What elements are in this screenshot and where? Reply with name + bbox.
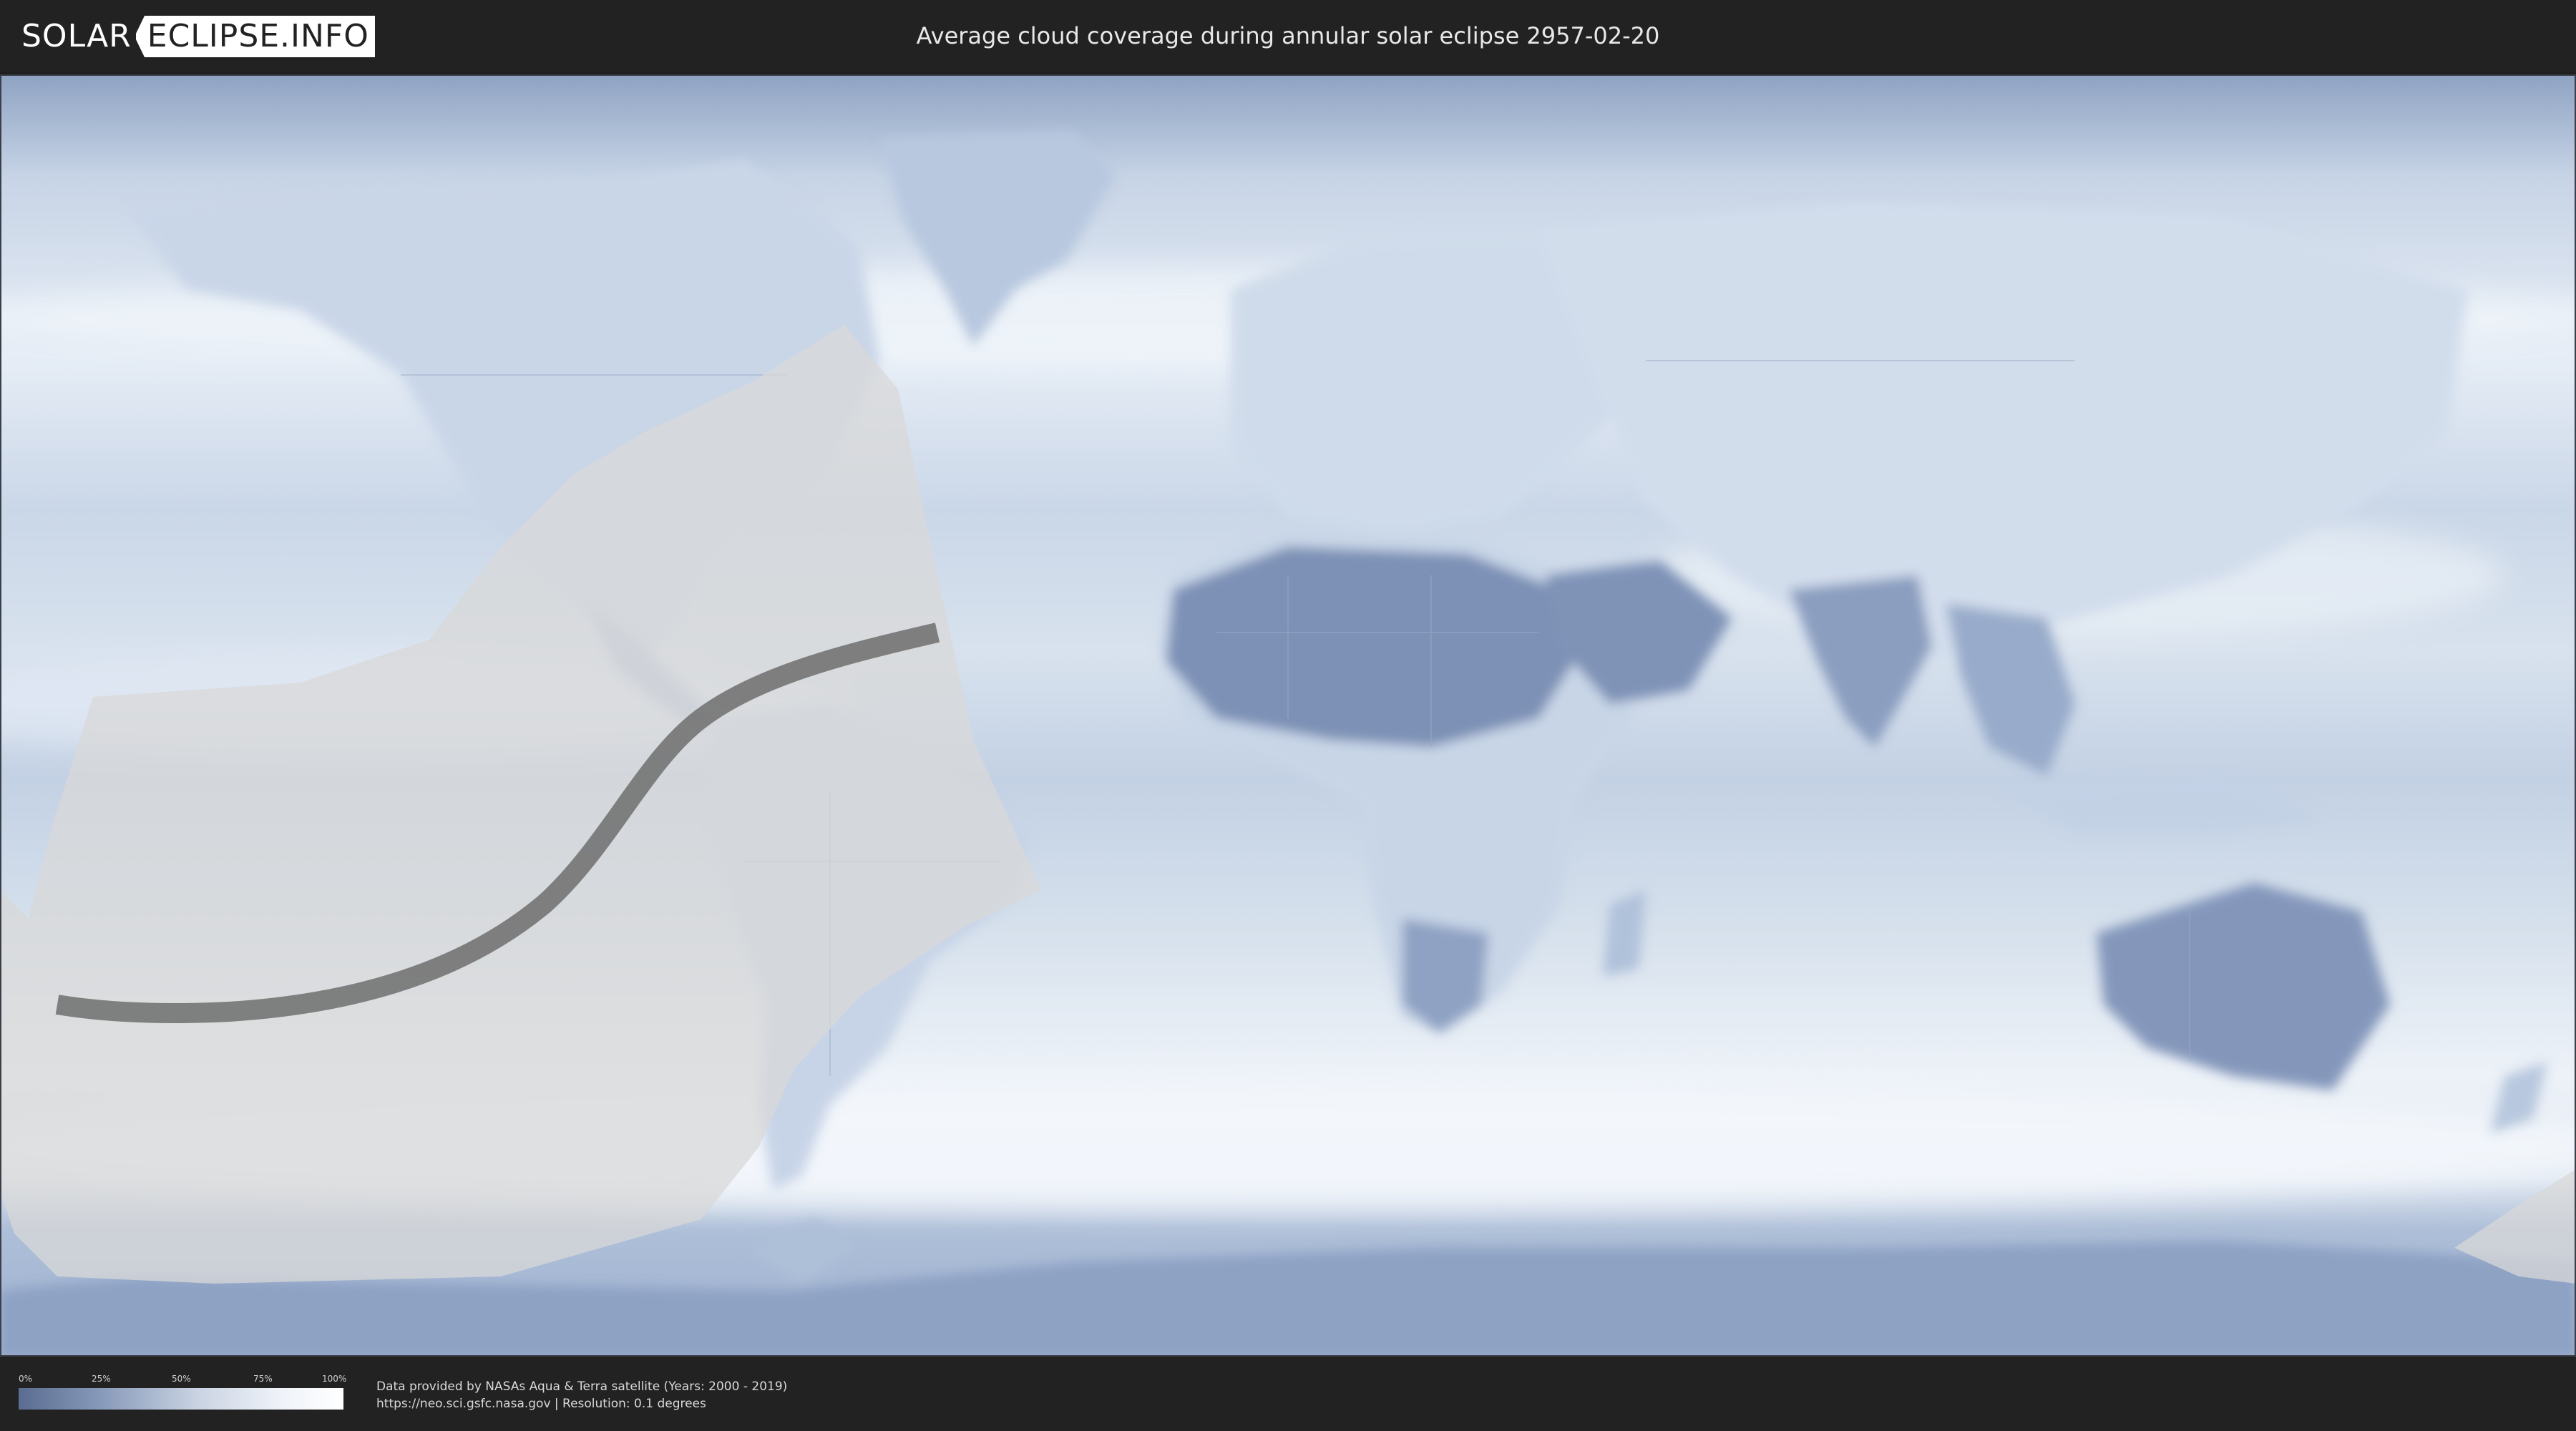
data-credit: Data provided by NASAs Aqua & Terra sate…	[376, 1378, 787, 1412]
cloud-coverage-legend: 0% 25% 50% 75% 100%	[19, 1374, 347, 1410]
footer-bar: 0% 25% 50% 75% 100% Data provided by NAS…	[0, 1357, 2576, 1431]
page: SOLAR ECLIPSE.INFO Average cloud coverag…	[0, 0, 2576, 1431]
legend-tick-25: 25%	[92, 1374, 111, 1384]
land-sahara	[1166, 547, 1574, 747]
legend-tick-75: 75%	[253, 1374, 273, 1384]
legend-tick-100: 100%	[322, 1374, 347, 1384]
page-title: Average cloud coverage during annular so…	[916, 22, 1660, 49]
legend-color-bar	[19, 1388, 343, 1410]
credit-line-source: Data provided by NASAs Aqua & Terra sate…	[376, 1379, 788, 1394]
credit-line-url: https://neo.sci.gsfc.nasa.gov | Resoluti…	[376, 1397, 706, 1411]
legend-tick-50: 50%	[172, 1374, 191, 1384]
world-map-svg	[0, 74, 2576, 1357]
header-bar: SOLAR ECLIPSE.INFO Average cloud coverag…	[0, 0, 2576, 72]
cloud-coverage-map[interactable]	[0, 74, 2576, 1357]
legend-tick-0: 0%	[19, 1374, 33, 1384]
